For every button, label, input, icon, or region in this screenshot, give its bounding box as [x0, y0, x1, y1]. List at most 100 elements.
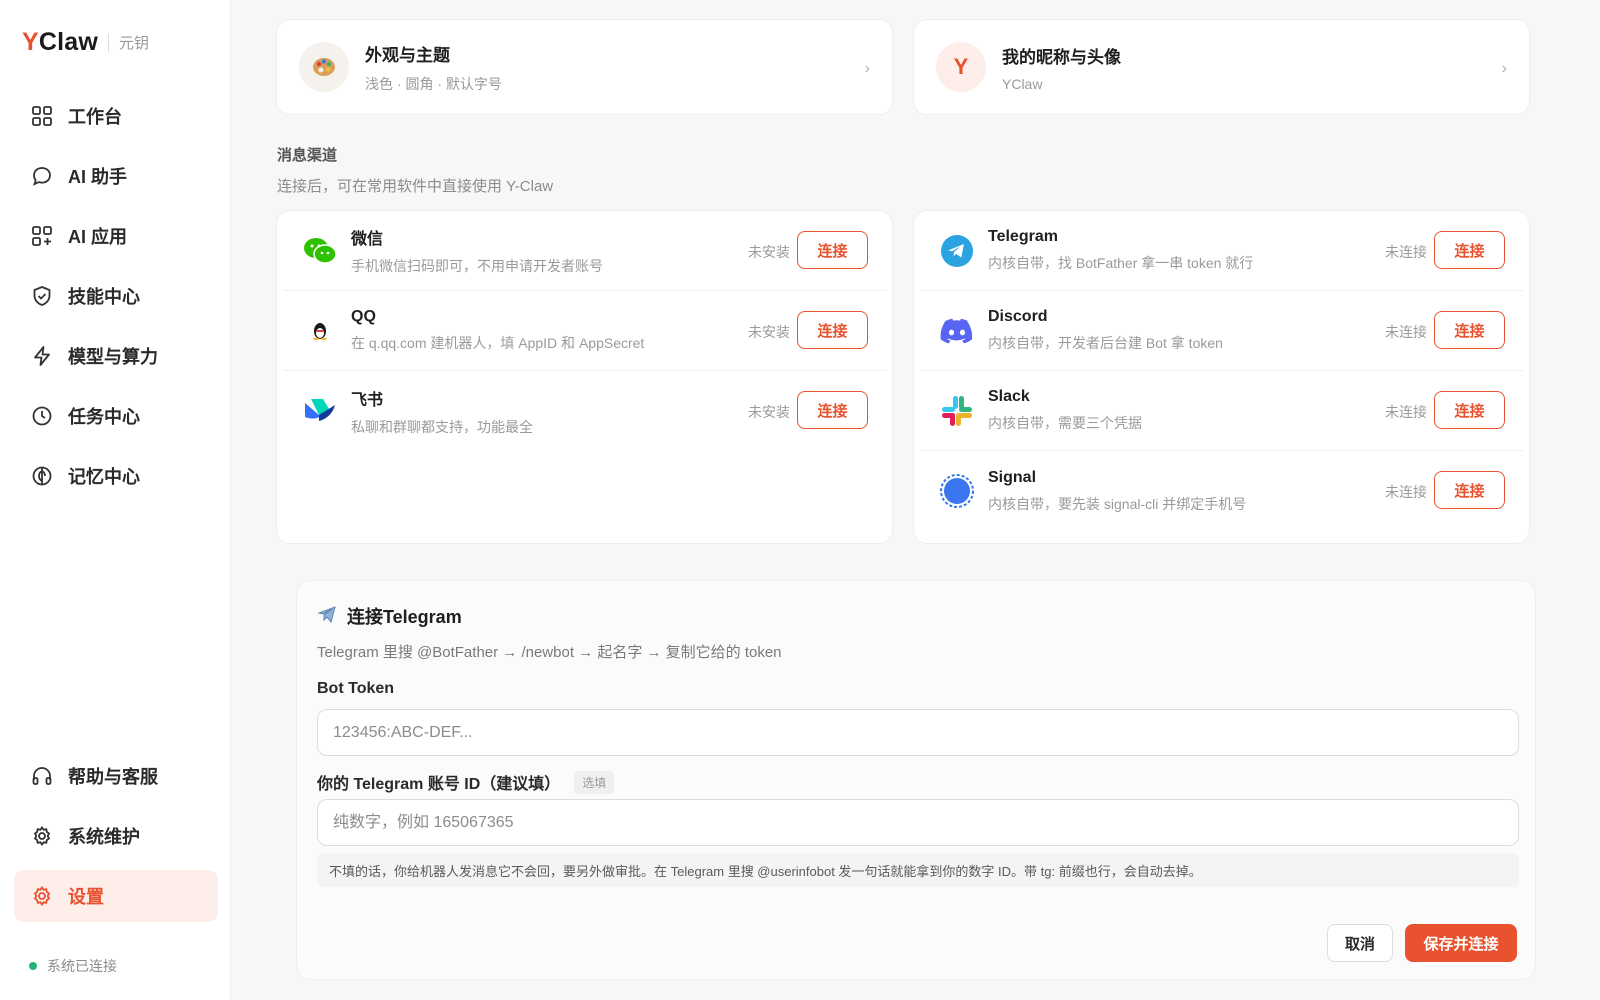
- nav-label: 任务中心: [68, 407, 140, 427]
- channel-desc: 内核自带，找 BotFather 拿一串 token 就行: [988, 255, 1254, 271]
- nav-item-models[interactable]: 模型与算力: [14, 330, 218, 382]
- nav-label: 技能中心: [68, 287, 140, 307]
- appearance-card[interactable]: 外观与主题 浅色 · 圆角 · 默认字号 ›: [276, 19, 893, 115]
- nav-label: 系统维护: [68, 827, 140, 847]
- channel-name: 飞书: [351, 391, 384, 409]
- headphones-icon: [30, 764, 54, 788]
- nav-item-workbench[interactable]: 工作台: [14, 90, 218, 142]
- brand-subtitle: 元钥: [119, 35, 150, 52]
- connect-slack-button[interactable]: 连接: [1434, 391, 1505, 429]
- connect-wechat-button[interactable]: 连接: [797, 231, 868, 269]
- status-text: 系统已连接: [47, 958, 117, 974]
- shield-check-icon: [30, 284, 54, 308]
- sidebar: YClaw 元钥 工作台 AI 助手 AI 应用 技能中心 模型与算力 任务中心…: [0, 0, 231, 1000]
- bot-token-input[interactable]: [317, 709, 1519, 756]
- channel-name: QQ: [351, 308, 376, 325]
- channels-card-left: 微信 手机微信扫码即可，不用申请开发者账号 未安装 连接 QQ 在 q.qq.c…: [276, 210, 893, 544]
- feishu-icon: [301, 392, 339, 430]
- memory-icon: [30, 464, 54, 488]
- connect-telegram-button[interactable]: 连接: [1434, 231, 1505, 269]
- nav-item-tasks[interactable]: 任务中心: [14, 390, 218, 442]
- channel-desc: 在 q.qq.com 建机器人，填 AppID 和 AppSecret: [351, 335, 645, 351]
- channel-desc: 内核自带，要先装 signal-cli 并绑定手机号: [988, 495, 1247, 512]
- channel-status: 未安装: [748, 324, 790, 340]
- channel-name: Telegram: [988, 228, 1058, 245]
- telegram-connect-form: 连接Telegram Telegram 里搜 @BotFather → /new…: [296, 580, 1536, 980]
- channel-status: 未安装: [748, 404, 790, 420]
- nav-item-ai-apps[interactable]: AI 应用: [14, 210, 218, 262]
- channel-name: Signal: [988, 468, 1037, 486]
- bot-token-label: Bot Token: [317, 680, 395, 697]
- settings-icon: [30, 884, 54, 908]
- connect-discord-button[interactable]: 连接: [1434, 311, 1505, 349]
- apps-icon: [30, 224, 54, 248]
- profile-title: 我的昵称与头像: [1002, 47, 1121, 67]
- chevron-right-icon: ›: [864, 60, 870, 77]
- channel-row-discord: Discord 内核自带，开发者后台建 Bot 拿 token 未连接 连接: [920, 291, 1523, 371]
- channel-name: Slack: [988, 388, 1030, 405]
- nav-label: 设置: [68, 887, 104, 907]
- channel-row-slack: Slack 内核自带，需要三个凭据 未连接 连接: [920, 371, 1523, 451]
- channel-status: 未连接: [1385, 404, 1427, 420]
- brand-logo: YClaw: [22, 28, 99, 56]
- nav-item-help[interactable]: 帮助与客服: [14, 750, 218, 802]
- account-id-input[interactable]: [317, 799, 1519, 846]
- nav-label: AI 应用: [68, 227, 128, 247]
- nav-label: 模型与算力: [68, 347, 158, 367]
- channel-row-signal: Signal 内核自带，要先装 signal-cli 并绑定手机号 未连接 连接: [920, 451, 1523, 531]
- signal-icon: [938, 472, 976, 510]
- grid-icon: [30, 104, 54, 128]
- connect-feishu-button[interactable]: 连接: [797, 391, 868, 429]
- account-id-label: 你的 Telegram 账号 ID（建议填） 选填: [317, 770, 615, 794]
- channel-row-wechat: 微信 手机微信扫码即可，不用申请开发者账号 未安装 连接: [283, 211, 886, 291]
- avatar: Y: [936, 42, 986, 92]
- nav-item-settings[interactable]: 设置: [14, 870, 218, 922]
- chevron-right-icon: ›: [1501, 60, 1507, 77]
- channel-desc: 手机微信扫码即可，不用申请开发者账号: [351, 258, 603, 274]
- channel-desc: 内核自带，开发者后台建 Bot 拿 token: [988, 335, 1223, 351]
- nav-label: AI 助手: [68, 167, 128, 187]
- slack-icon: [938, 392, 976, 430]
- appearance-title: 外观与主题: [365, 45, 450, 65]
- optional-tag: 选填: [574, 770, 615, 794]
- cancel-button[interactable]: 取消: [1327, 924, 1393, 962]
- form-hint: Telegram 里搜 @BotFather → /newbot → 起名字 →…: [317, 644, 782, 661]
- channel-status: 未安装: [748, 244, 790, 260]
- channel-desc: 内核自带，需要三个凭据: [988, 415, 1142, 431]
- channels-title: 消息渠道: [277, 147, 338, 164]
- connection-status: 系统已连接: [29, 956, 117, 976]
- channel-row-telegram: Telegram 内核自带，找 BotFather 拿一串 token 就行 未…: [920, 211, 1523, 291]
- channel-status: 未连接: [1385, 324, 1427, 340]
- save-connect-button[interactable]: 保存并连接: [1405, 924, 1517, 962]
- status-dot: [29, 962, 37, 970]
- profile-subtitle: YClaw: [1002, 75, 1043, 92]
- profile-card[interactable]: Y 我的昵称与头像 YClaw ›: [913, 19, 1530, 115]
- form-note: 不填的话，你给机器人发消息它不会回，要另外做审批。在 Telegram 里搜 @…: [317, 853, 1519, 887]
- lightning-icon: [30, 344, 54, 368]
- airplane-icon: [317, 604, 337, 629]
- channel-row-feishu: 飞书 私聊和群聊都支持，功能最全 未安装 连接: [283, 371, 886, 451]
- channel-name: 微信: [351, 231, 384, 248]
- appearance-subtitle: 浅色 · 圆角 · 默认字号: [365, 75, 502, 92]
- clock-icon: [30, 404, 54, 428]
- channels-card-right: Telegram 内核自带，找 BotFather 拿一串 token 就行 未…: [913, 210, 1530, 544]
- telegram-icon: [938, 232, 976, 270]
- channel-status: 未连接: [1385, 244, 1427, 260]
- channel-desc: 私聊和群聊都支持，功能最全: [351, 418, 533, 435]
- connect-signal-button[interactable]: 连接: [1434, 471, 1505, 509]
- palette-icon: [299, 42, 349, 92]
- wechat-icon: [301, 232, 339, 270]
- chat-bubble-icon: [30, 164, 54, 188]
- connect-qq-button[interactable]: 连接: [797, 311, 868, 349]
- nav-item-ai-assistant[interactable]: AI 助手: [14, 150, 218, 202]
- channel-row-qq: QQ 在 q.qq.com 建机器人，填 AppID 和 AppSecret 未…: [283, 291, 886, 371]
- gear-icon: [30, 824, 54, 848]
- discord-icon: [938, 312, 976, 350]
- qq-penguin-icon: [301, 312, 339, 350]
- nav-item-skills[interactable]: 技能中心: [14, 270, 218, 322]
- form-title: 连接Telegram: [317, 603, 462, 629]
- channels-subtitle: 连接后，可在常用软件中直接使用 Y-Claw: [277, 178, 554, 195]
- nav-item-memory[interactable]: 记忆中心: [14, 450, 218, 502]
- nav-item-maintenance[interactable]: 系统维护: [14, 810, 218, 862]
- main-content: 外观与主题 浅色 · 圆角 · 默认字号 › Y 我的昵称与头像 YClaw ›…: [231, 0, 1600, 1000]
